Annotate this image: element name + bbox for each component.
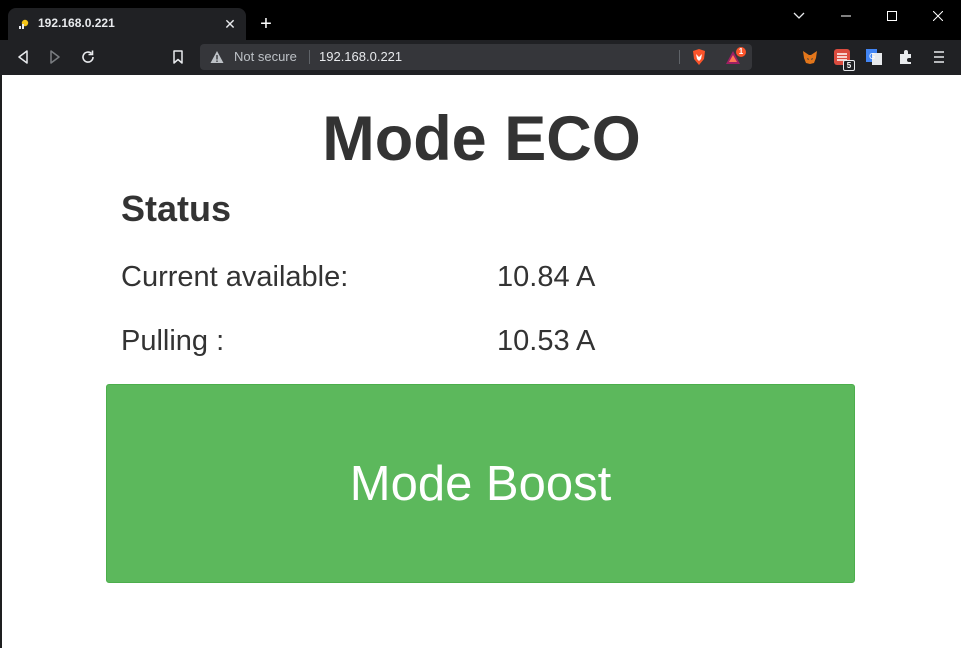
tab-strip: 192.168.0.221 ✕ + xyxy=(0,0,961,40)
minimize-icon xyxy=(841,15,851,17)
svg-text:G: G xyxy=(869,52,875,61)
brave-shields-icon[interactable] xyxy=(690,48,708,66)
browser-tab[interactable]: 192.168.0.221 ✕ xyxy=(8,8,246,40)
tab-title: 192.168.0.221 xyxy=(38,16,115,30)
bookmark-icon xyxy=(173,50,183,64)
address-bar[interactable]: Not secure 192.168.0.221 1 xyxy=(200,44,752,70)
close-window-button[interactable] xyxy=(915,0,961,32)
forward-button[interactable] xyxy=(42,44,68,70)
todoist-extension-button[interactable]: 5 xyxy=(833,48,855,72)
pulling-value: 10.53 A xyxy=(497,325,596,357)
close-icon xyxy=(933,11,943,21)
minimize-button[interactable] xyxy=(823,0,869,32)
tab-search-chevron-icon[interactable] xyxy=(788,6,810,26)
page-viewport: Mode ECO Status Current available: 10.84… xyxy=(2,75,961,648)
omnibox-divider xyxy=(309,50,310,64)
page-title: Mode ECO xyxy=(322,104,641,174)
menu-icon[interactable] xyxy=(930,48,948,66)
url-text[interactable]: 192.168.0.221 xyxy=(319,49,402,64)
current-available-value: 10.84 A xyxy=(497,261,596,293)
brave-rewards-button[interactable]: 1 xyxy=(724,47,748,67)
new-tab-button[interactable]: + xyxy=(256,14,276,34)
metamask-fox-icon[interactable] xyxy=(801,48,819,66)
security-label[interactable]: Not secure xyxy=(234,49,297,64)
warning-icon xyxy=(210,51,224,63)
browser-toolbar: Not secure 192.168.0.221 1 5 G xyxy=(0,40,961,75)
back-button[interactable] xyxy=(10,44,36,70)
tab-close-icon[interactable]: ✕ xyxy=(220,14,240,34)
maximize-icon xyxy=(887,11,897,21)
todoist-badge: 5 xyxy=(843,60,855,71)
pulling-label: Pulling : xyxy=(121,325,225,357)
site-favicon-icon xyxy=(19,19,29,29)
forward-arrow-icon xyxy=(50,50,60,64)
rewards-badge: 1 xyxy=(736,47,746,57)
current-available-label: Current available: xyxy=(121,261,349,293)
browser-window: 192.168.0.221 ✕ + Not secure 192.168.0.2… xyxy=(0,0,961,648)
omnibox-divider xyxy=(679,50,680,64)
maximize-button[interactable] xyxy=(869,0,915,32)
bookmark-button[interactable] xyxy=(165,44,191,70)
mode-boost-button[interactable]: Mode Boost xyxy=(106,384,855,583)
window-controls xyxy=(823,0,961,32)
google-translate-icon[interactable]: G xyxy=(865,48,883,66)
reload-button[interactable] xyxy=(75,44,101,70)
back-arrow-icon xyxy=(18,50,28,64)
status-heading: Status xyxy=(121,188,232,229)
extensions-puzzle-icon[interactable] xyxy=(897,48,915,66)
reload-icon xyxy=(82,50,94,63)
